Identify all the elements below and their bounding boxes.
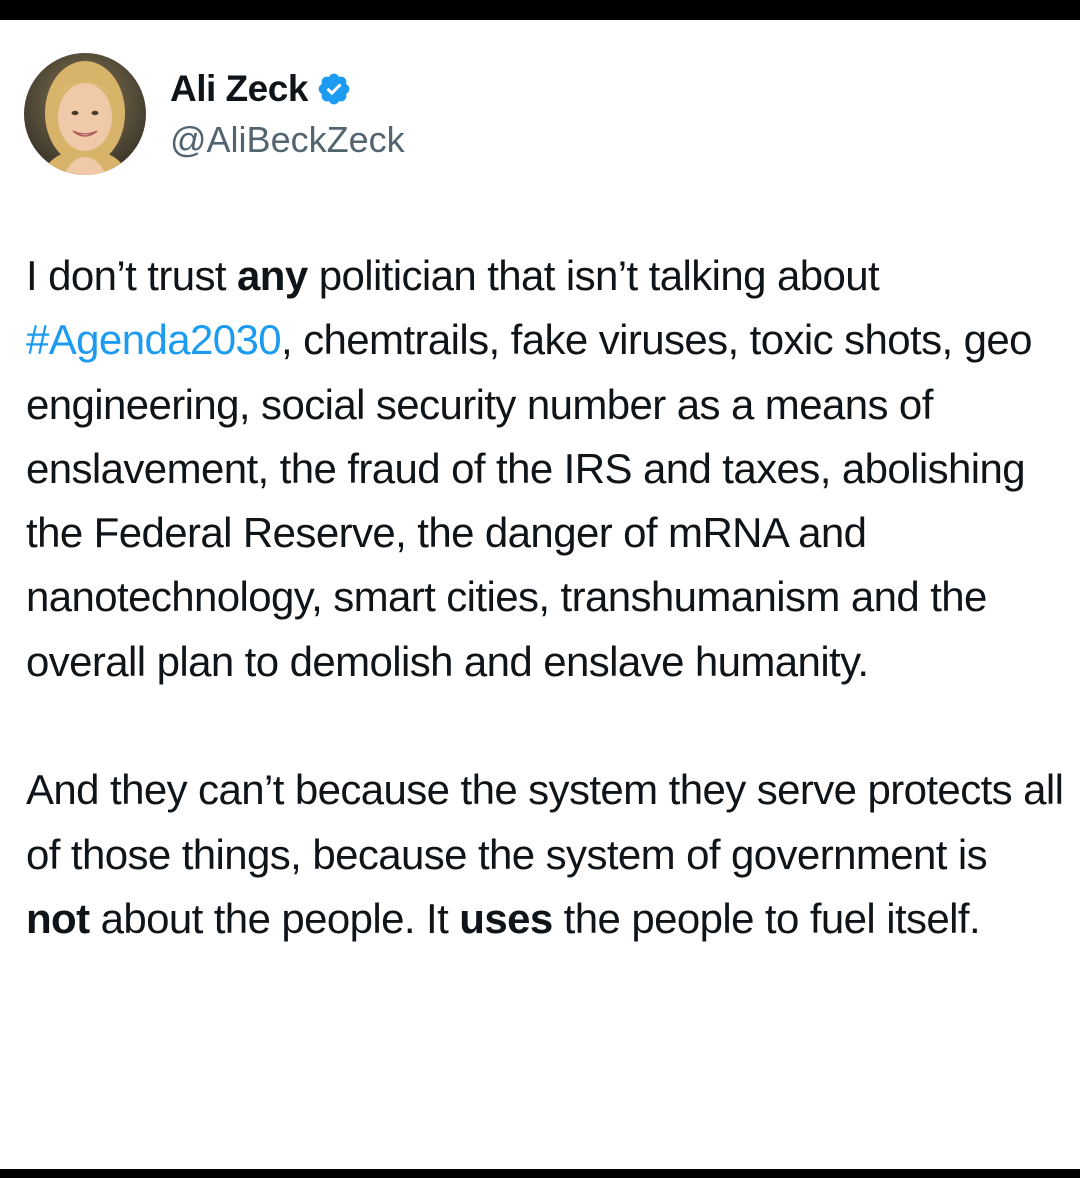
top-frame-bar [0, 0, 1080, 20]
tweet-text: I don’t trust any politician that isn’t … [26, 244, 1066, 951]
author-handle[interactable]: @AliBeckZeck [170, 117, 405, 163]
bold-emphasis: uses [459, 894, 553, 942]
verified-badge-icon[interactable] [316, 71, 352, 107]
text-segment: the people to fuel itself. [552, 894, 981, 942]
author-display-name[interactable]: Ali Zeck [170, 66, 352, 112]
text-segment: about the people. It [89, 894, 460, 942]
bold-emphasis: any [237, 252, 308, 299]
display-name-text: Ali Zeck [170, 68, 308, 109]
text-segment: I don’t trust [26, 252, 238, 299]
avatar[interactable] [24, 53, 146, 175]
text-segment: And they can’t because the system they s… [26, 766, 1064, 878]
text-segment: politician that isn’t talking about [307, 252, 880, 299]
tweet-paragraph: I don’t trust any politician that isn’t … [26, 244, 1066, 694]
text-segment: , chemtrails, fake viruses, toxic shots,… [26, 316, 1033, 685]
tweet-paragraph: not about the people. It uses the people… [26, 887, 1066, 951]
hashtag-link[interactable]: #Agenda2030 [26, 316, 282, 363]
bottom-frame-bar [0, 1169, 1080, 1178]
avatar-image [24, 53, 146, 175]
bold-emphasis: not [26, 894, 90, 942]
tweet-paragraph: And they can’t because the system they s… [26, 758, 1066, 887]
